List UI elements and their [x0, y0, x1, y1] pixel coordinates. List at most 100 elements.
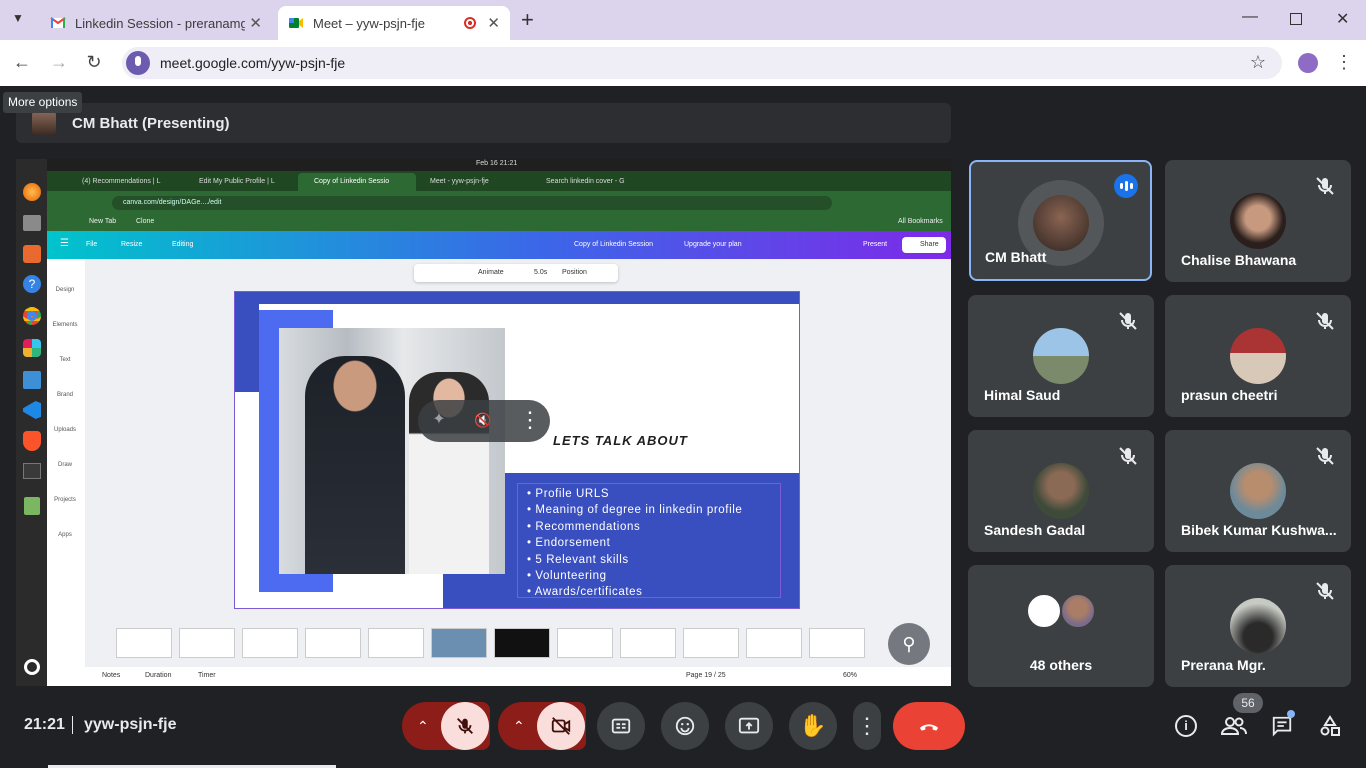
- avatar: [1033, 328, 1089, 384]
- participant-tile[interactable]: prasun cheetri: [1165, 295, 1351, 417]
- chrome-icon: [23, 307, 41, 325]
- emoji-icon: [675, 716, 695, 736]
- side-uploads: Uploads: [53, 427, 76, 433]
- meeting-info-icon[interactable]: i: [1175, 715, 1197, 737]
- bullet-item: • Endorsement: [527, 537, 611, 550]
- participant-tile[interactable]: Prerana Mgr.: [1165, 565, 1351, 687]
- bullet-item: • 5 Relevant skills: [527, 553, 629, 566]
- close-tab-icon[interactable]: ✕: [249, 14, 262, 32]
- slide-left-wedge: [235, 292, 259, 392]
- meeting-code: yyw-psjn-fje: [84, 716, 177, 733]
- tab-linkedin-session[interactable]: Linkedin Session - preranamgr2 ✕: [40, 6, 272, 40]
- shared-tab: Meet - yyw-psjn-fje: [430, 178, 489, 185]
- close-tab-icon[interactable]: ✕: [487, 14, 500, 32]
- participant-tile[interactable]: Sandesh Gadal: [968, 430, 1154, 552]
- stage-more-icon[interactable]: ⋮: [519, 407, 541, 433]
- slide-thumb: [368, 628, 424, 658]
- mic-off-icon: [1316, 447, 1334, 465]
- slide-thumb: [179, 628, 235, 658]
- app-icon: [23, 245, 41, 263]
- minimize-icon[interactable]: —: [1242, 8, 1258, 26]
- mute-audio-icon[interactable]: 🔇: [474, 411, 492, 429]
- bullet-list: • Profile URLS • Meaning of degree in li…: [527, 486, 742, 601]
- slide-thumb: [557, 628, 613, 658]
- ft-duration: 5.0s: [534, 269, 548, 276]
- mic-toggle-button[interactable]: [441, 702, 489, 750]
- more-options-tooltip: More options: [3, 92, 83, 113]
- bullet-item: • Meaning of degree in linkedin profile: [527, 504, 743, 517]
- others-tile[interactable]: 48 others: [968, 565, 1154, 687]
- participant-name: prasun cheetri: [1181, 387, 1278, 403]
- captions-button[interactable]: [597, 702, 645, 750]
- shared-url: canva.com/design/DAGe..../edit: [123, 199, 222, 206]
- new-tab-icon[interactable]: +: [521, 7, 534, 33]
- unpin-icon[interactable]: ✦: [430, 411, 448, 429]
- camera-toggle-button[interactable]: [537, 702, 585, 750]
- os-dock: [16, 159, 47, 686]
- people-count-badge: 56: [1233, 693, 1263, 713]
- mic-site-icon[interactable]: [126, 51, 150, 75]
- avatar: [1230, 193, 1286, 249]
- shared-bookmarks-bar: [47, 215, 951, 231]
- mic-off-icon: [1119, 312, 1137, 330]
- bookmark-star-icon[interactable]: ☆: [1245, 52, 1271, 73]
- avatar: [1033, 463, 1089, 519]
- slide-thumb: [116, 628, 172, 658]
- participant-name: Sandesh Gadal: [984, 522, 1086, 538]
- tab-search-icon[interactable]: ▼: [12, 11, 24, 25]
- presenter-bar: CM Bhatt (Presenting): [16, 103, 951, 143]
- zoom-in-button[interactable]: ⚲: [888, 623, 930, 665]
- separator: [72, 716, 73, 734]
- avatar: [1026, 593, 1062, 629]
- chat-icon[interactable]: [1270, 715, 1294, 737]
- mic-off-icon: [457, 718, 473, 734]
- profile-avatar[interactable]: [1298, 53, 1318, 73]
- bullet-item: • Awards/certificates: [527, 586, 643, 599]
- restore-icon[interactable]: [1290, 13, 1302, 25]
- canva-editing: Editing: [172, 241, 194, 248]
- browser-menu-icon[interactable]: ⋮: [1331, 52, 1357, 73]
- others-label: 48 others: [1029, 657, 1093, 673]
- files-icon: [23, 215, 41, 231]
- avatar: [1230, 463, 1286, 519]
- mic-off-icon: [1316, 582, 1334, 600]
- reload-icon[interactable]: ↻: [81, 52, 107, 73]
- reactions-button[interactable]: [661, 702, 709, 750]
- participant-name: Bibek Kumar Kushwa...: [1181, 522, 1337, 538]
- bullet-item: • Recommendations: [527, 520, 641, 533]
- participant-tile[interactable]: Chalise Bhawana: [1165, 160, 1351, 282]
- editor-icon: [23, 371, 41, 389]
- slide-thumb: [620, 628, 676, 658]
- slack-icon: [23, 339, 41, 357]
- trash-icon: [24, 497, 40, 515]
- meet-icon: [289, 18, 303, 28]
- leave-call-button[interactable]: [893, 702, 965, 750]
- slide-thumb: [809, 628, 865, 658]
- tab-meet[interactable]: Meet – yyw-psjn-fje ✕: [278, 6, 510, 40]
- activities-icon[interactable]: [1318, 714, 1342, 738]
- address-bar[interactable]: meet.google.com/yyw-psjn-fje: [122, 47, 1282, 79]
- browser-tab-strip: ▼ Linkedin Session - preranamgr2 ✕ Meet …: [0, 0, 1366, 40]
- participant-tile[interactable]: CM Bhatt: [969, 160, 1152, 281]
- terminal-icon: [23, 463, 41, 479]
- canva-resize: Resize: [121, 241, 143, 248]
- close-window-icon[interactable]: ✕: [1336, 9, 1349, 29]
- back-icon[interactable]: ←: [9, 52, 35, 73]
- participant-tile[interactable]: Bibek Kumar Kushwa...: [1165, 430, 1351, 552]
- bookmark: Clone: [136, 218, 155, 225]
- people-icon[interactable]: [1220, 714, 1248, 738]
- raise-hand-button[interactable]: ✋: [789, 702, 837, 750]
- camera-off-icon: [551, 717, 571, 735]
- more-options-button[interactable]: ⋮: [853, 702, 881, 750]
- present-button[interactable]: [725, 702, 773, 750]
- meeting-time: 21:21: [24, 716, 65, 733]
- slide-thumb: [431, 628, 487, 658]
- canva-duration: Duration: [145, 672, 172, 679]
- ft-animate: Animate: [478, 269, 504, 276]
- hang-up-icon: [919, 724, 939, 731]
- bullet-item: • Volunteering: [527, 570, 607, 583]
- participant-tile[interactable]: Himal Saud: [968, 295, 1154, 417]
- forward-icon[interactable]: →: [46, 52, 72, 73]
- mic-off-icon: [1316, 177, 1334, 195]
- avatar: [1033, 195, 1089, 251]
